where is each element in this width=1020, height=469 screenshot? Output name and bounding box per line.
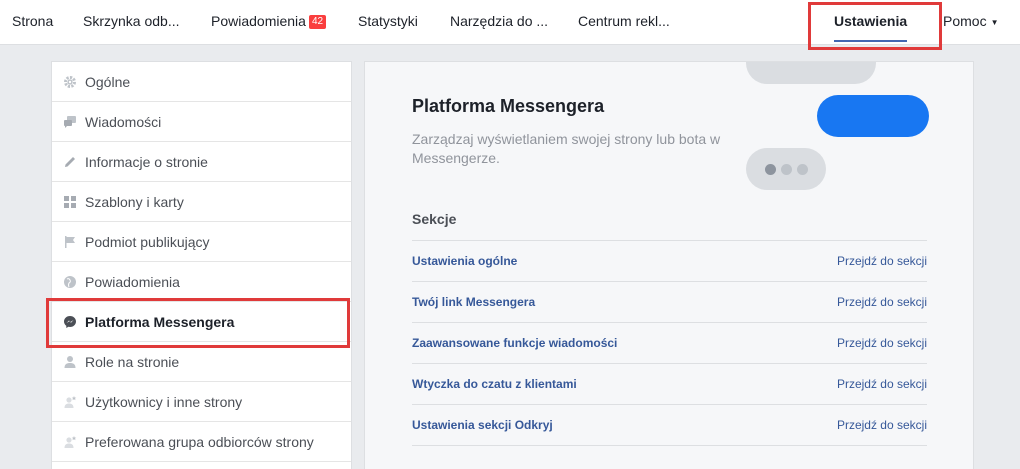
sidebar-item-szablony[interactable]: Szablony i karty [52, 182, 351, 222]
sidebar-item-label: Informacje o stronie [85, 153, 208, 170]
tab-narzedzia[interactable]: Narzędzia do ... [450, 0, 548, 45]
person-star-icon [63, 435, 77, 449]
sidebar-item-preferowana-grupa[interactable]: Preferowana grupa odbiorców strony [52, 422, 351, 462]
tab-strona[interactable]: Strona [12, 0, 53, 45]
tab-label: Statystyki [358, 13, 418, 29]
tab-label: Powiadomienia [211, 13, 306, 29]
sidebar-item-uzytkownicy[interactable]: Użytkownicy i inne strony [52, 382, 351, 422]
typing-dot [764, 163, 776, 175]
chat-bubbles-icon [63, 115, 77, 129]
section-row: Wtyczka do czatu z klientami Przejdź do … [412, 363, 927, 404]
page-title: Platforma Messengera [412, 96, 605, 116]
section-link[interactable]: Ustawienia sekcji Odkryj [412, 418, 553, 432]
pencil-icon [63, 155, 77, 169]
sidebar-item-label: Preferowana grupa odbiorców strony [85, 433, 314, 450]
go-to-section-link[interactable]: Przejdź do sekcji [837, 254, 927, 268]
notification-count-badge: 42 [308, 15, 327, 29]
divider [412, 445, 927, 446]
messenger-icon [63, 315, 77, 329]
sidebar-item-podmiot[interactable]: Podmiot publikujący [52, 222, 351, 262]
top-navigation: Strona Skrzynka odb... Powiadomienia 42 S… [0, 0, 1020, 45]
sidebar-item-label: Ogólne [85, 73, 131, 90]
sidebar-item-label: Użytkownicy i inne strony [85, 393, 243, 410]
settings-sidebar: Ogólne Wiadomości Informacje o stronie S… [51, 61, 352, 469]
help-menu[interactable]: Pomoc ▼ [943, 0, 999, 45]
person-icon [63, 355, 77, 369]
sidebar-item-label: Szablony i karty [85, 193, 184, 210]
tab-label: Narzędzia do ... [450, 13, 549, 29]
go-to-section-link[interactable]: Przejdź do sekcji [837, 295, 927, 309]
sections-heading: Sekcje [412, 211, 457, 227]
tab-label: Ustawienia [834, 13, 908, 29]
sidebar-item-informacje[interactable]: Informacje o stronie [52, 142, 351, 182]
tab-ustawienia[interactable]: Ustawienia [834, 0, 908, 45]
section-link[interactable]: Wtyczka do czatu z klientami [412, 377, 577, 391]
sidebar-item-wiadomosci[interactable]: Wiadomości [52, 102, 351, 142]
chat-bubble-illustration [746, 62, 876, 84]
go-to-section-link[interactable]: Przejdź do sekcji [837, 418, 927, 432]
tab-centrum-reklam[interactable]: Centrum rekl... [578, 0, 670, 45]
sidebar-item-label: Wiadomości [85, 113, 162, 130]
tab-statystyki[interactable]: Statystyki [358, 0, 418, 45]
sidebar-item-label: Podmiot publikujący [85, 233, 210, 250]
flag-icon [63, 235, 77, 249]
sidebar-item-powiadomienia[interactable]: Powiadomienia [52, 262, 351, 302]
section-link[interactable]: Ustawienia ogólne [412, 254, 517, 268]
tab-skrzynka-odbiorcza[interactable]: Skrzynka odb... [83, 0, 180, 45]
typing-dot [796, 163, 808, 175]
globe-icon [63, 275, 77, 289]
person-star-icon [63, 395, 77, 409]
section-row: Zaawansowane funkcje wiadomości Przejdź … [412, 322, 927, 363]
gear-icon [63, 75, 77, 89]
grid-icon [63, 195, 77, 209]
sidebar-item-role[interactable]: Role na stronie [52, 342, 351, 382]
sidebar-item-label: Powiadomienia [85, 273, 180, 290]
section-row: Twój link Messengera Przejdź do sekcji [412, 281, 927, 322]
typing-dot [780, 163, 792, 175]
section-link[interactable]: Twój link Messengera [412, 295, 535, 309]
section-row: Ustawienia ogólne Przejdź do sekcji [412, 240, 927, 281]
tab-label: Strona [12, 13, 54, 29]
tab-powiadomienia[interactable]: Powiadomienia 42 [211, 0, 327, 45]
go-to-section-link[interactable]: Przejdź do sekcji [837, 377, 927, 391]
chat-bubble-illustration [817, 95, 929, 137]
sidebar-item-label: Role na stronie [85, 353, 180, 370]
tab-label: Pomoc [943, 13, 987, 29]
section-row: Ustawienia sekcji Odkryj Przejdź do sekc… [412, 404, 927, 445]
go-to-section-link[interactable]: Przejdź do sekcji [837, 336, 927, 350]
messenger-platform-panel: Platforma Messengera Zarządzaj wyświetla… [364, 61, 974, 469]
page-subtitle: Zarządzaj wyświetlaniem swojej strony lu… [412, 131, 721, 166]
active-tab-underline [834, 40, 908, 42]
tab-label: Skrzynka odb... [83, 13, 180, 29]
sidebar-item-ogolne[interactable]: Ogólne [52, 62, 351, 102]
caret-down-icon: ▼ [990, 18, 999, 27]
typing-indicator-illustration [746, 148, 826, 190]
sidebar-item-label: Platforma Messengera [85, 313, 235, 330]
sidebar-item-platforma-messengera[interactable]: Platforma Messengera [52, 302, 351, 342]
section-link[interactable]: Zaawansowane funkcje wiadomości [412, 336, 617, 350]
tab-label: Centrum rekl... [578, 13, 670, 29]
